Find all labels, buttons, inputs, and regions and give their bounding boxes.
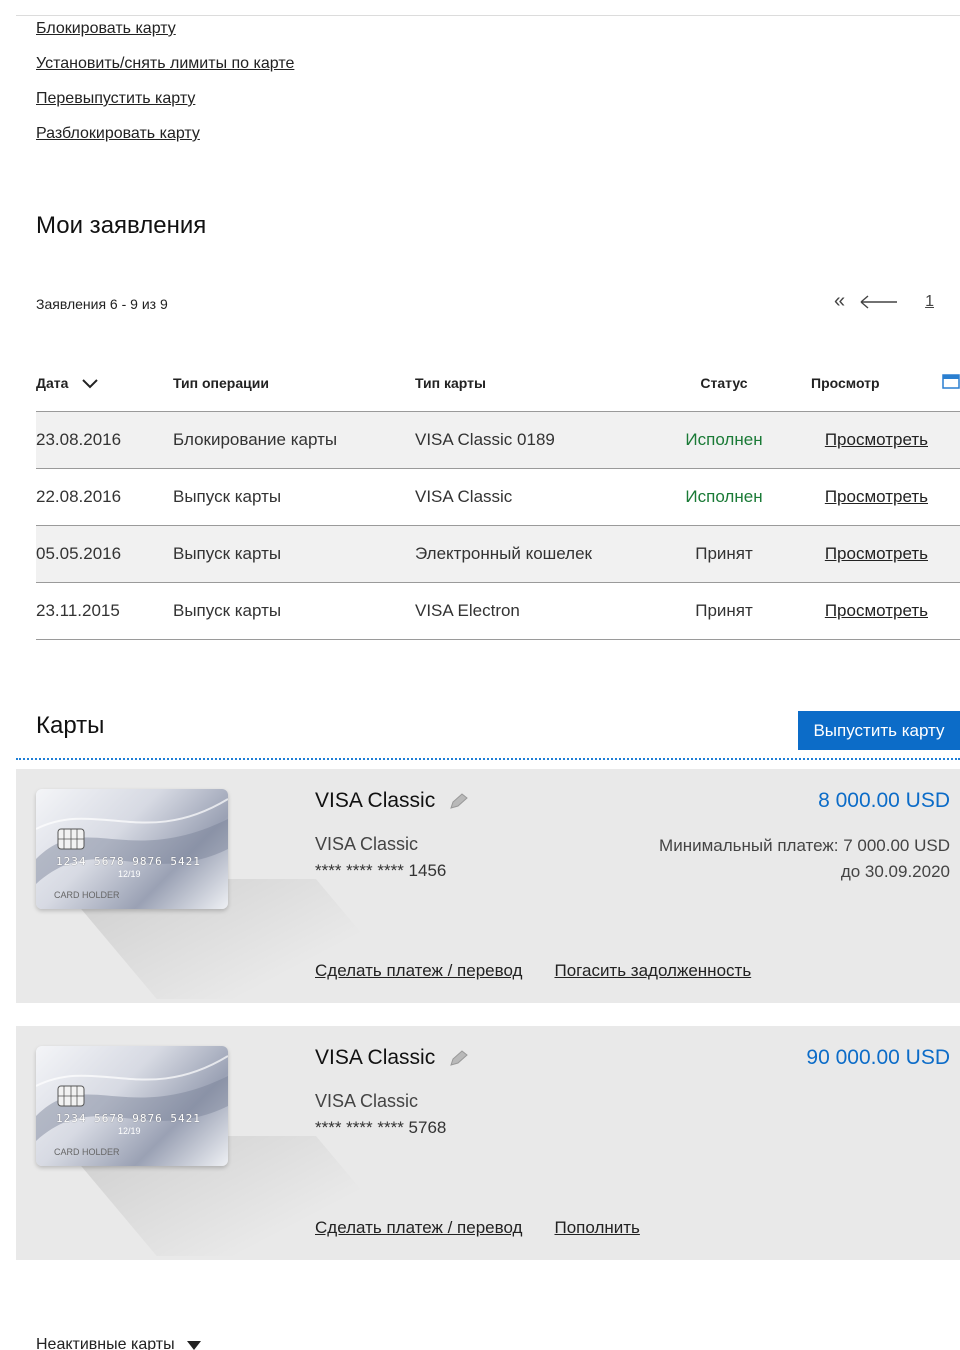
column-date[interactable]: Дата — [36, 355, 173, 412]
row-status: Принят — [655, 582, 793, 640]
card-number-mask: **** **** **** 5768 — [315, 1118, 447, 1137]
card-image[interactable]: 1234 5678 9876 5421 12/19 CARD HOLDER — [36, 789, 228, 909]
table-row: 23.11.2015 Выпуск карты VISA Electron Пр… — [36, 582, 960, 640]
cards-divider — [16, 758, 960, 760]
issue-card-button[interactable]: Выпустить карту — [798, 711, 960, 750]
applications-title: Мои заявления — [36, 212, 207, 239]
card-actions-menu: Блокировать карту Установить/снять лимит… — [36, 18, 294, 158]
row-card-type: VISA Classic — [415, 468, 655, 526]
row-card-type: VISA Electron — [415, 582, 655, 640]
card-image-number: 1234 5678 9876 5421 — [56, 855, 201, 868]
column-operation: Тип операции — [173, 355, 415, 412]
table-row: 23.08.2016 Блокирование карты VISA Class… — [36, 411, 960, 469]
card-balance: 90 000.00 USD — [806, 1046, 950, 1069]
make-payment-link[interactable]: Сделать платеж / перевод — [315, 1218, 522, 1238]
card-image[interactable]: 1234 5678 9876 5421 12/19 CARD HOLDER — [36, 1046, 228, 1166]
row-operation: Выпуск карты — [173, 525, 415, 583]
first-page-button[interactable]: « — [834, 290, 845, 313]
card-balance: 8 000.00 USD — [818, 789, 950, 812]
view-application-link[interactable]: Просмотреть — [825, 544, 928, 563]
row-status: Исполнен — [655, 468, 793, 526]
row-operation: Блокирование карты — [173, 411, 415, 469]
min-payment-due: до 30.09.2020 — [840, 862, 950, 881]
column-view: Просмотр — [793, 355, 928, 412]
table-row: 05.05.2016 Выпуск карты Электронный коше… — [36, 525, 960, 583]
row-status: Принят — [655, 525, 793, 583]
sort-chevron-down-icon[interactable] — [82, 379, 99, 389]
card-panel: 1234 5678 9876 5421 12/19 CARD HOLDER VI… — [16, 1026, 960, 1260]
card-name: VISA Classic — [315, 789, 469, 813]
row-card-type: Электронный кошелек — [415, 525, 655, 583]
view-application-link[interactable]: Просмотреть — [825, 487, 928, 506]
row-date: 22.08.2016 — [36, 468, 173, 526]
row-date: 23.08.2016 — [36, 411, 173, 469]
card-type: VISA Classic — [315, 1091, 419, 1111]
card-image-expiry: 12/19 — [118, 1126, 141, 1136]
triangle-down-icon — [186, 1340, 201, 1350]
row-card-type: VISA Classic 0189 — [415, 411, 655, 469]
card-image-number: 1234 5678 9876 5421 — [56, 1112, 201, 1125]
row-operation: Выпуск карты — [173, 468, 415, 526]
pencil-edit-icon[interactable] — [447, 1049, 469, 1067]
calendar-icon[interactable] — [928, 355, 960, 412]
card-number-mask: **** **** **** 1456 — [315, 861, 447, 880]
row-date: 05.05.2016 — [36, 525, 173, 583]
card-actions: Сделать платеж / перевод Пополнить — [315, 1218, 640, 1238]
table-row: 22.08.2016 Выпуск карты VISA Classic Исп… — [36, 468, 960, 526]
card-actions: Сделать платеж / перевод Погасить задолж… — [315, 961, 751, 981]
page-number-link[interactable]: 1 — [925, 293, 934, 311]
card-name-label: VISA Classic — [315, 789, 436, 812]
cards-title: Карты — [36, 712, 105, 739]
inactive-cards-toggle[interactable]: Неактивные карты — [36, 1336, 201, 1350]
unblock-card-link[interactable]: Разблокировать карту — [36, 123, 294, 158]
view-application-link[interactable]: Просмотреть — [825, 601, 928, 620]
card-min-payment: Минимальный платеж: 7 000.00 USD до 30.0… — [659, 833, 950, 885]
top-up-link[interactable]: Пополнить — [554, 1218, 639, 1238]
table-header-row: Дата Тип операции Тип карты Статус Просм… — [36, 355, 960, 412]
inactive-cards-label: Неактивные карты — [36, 1336, 175, 1350]
pagination: « 1 — [834, 290, 934, 313]
repay-debt-link[interactable]: Погасить задолженность — [554, 961, 751, 981]
view-application-link[interactable]: Просмотреть — [825, 430, 928, 449]
applications-table: Дата Тип операции Тип карты Статус Просм… — [36, 355, 960, 640]
card-image-holder: CARD HOLDER — [54, 890, 120, 900]
block-card-link[interactable]: Блокировать карту — [36, 18, 294, 53]
column-status: Статус — [655, 355, 793, 412]
card-limits-link[interactable]: Установить/снять лимиты по карте — [36, 53, 294, 88]
card-panel: 1234 5678 9876 5421 12/19 CARD HOLDER VI… — [16, 769, 960, 1003]
prev-page-arrow-icon[interactable] — [859, 292, 899, 312]
top-divider — [16, 15, 960, 16]
applications-count: Заявления 6 - 9 из 9 — [36, 296, 168, 312]
make-payment-link[interactable]: Сделать платеж / перевод — [315, 961, 522, 981]
card-image-expiry: 12/19 — [118, 869, 141, 879]
card-name: VISA Classic — [315, 1046, 469, 1070]
pencil-edit-icon[interactable] — [447, 792, 469, 810]
row-date: 23.11.2015 — [36, 582, 173, 640]
card-image-holder: CARD HOLDER — [54, 1147, 120, 1157]
card-type: VISA Classic — [315, 834, 419, 854]
min-payment-text: Минимальный платеж: 7 000.00 USD — [659, 836, 950, 855]
column-card-type: Тип карты — [415, 355, 655, 412]
reissue-card-link[interactable]: Перевыпустить карту — [36, 88, 294, 123]
row-status: Исполнен — [655, 411, 793, 469]
card-name-label: VISA Classic — [315, 1046, 436, 1069]
row-operation: Выпуск карты — [173, 582, 415, 640]
